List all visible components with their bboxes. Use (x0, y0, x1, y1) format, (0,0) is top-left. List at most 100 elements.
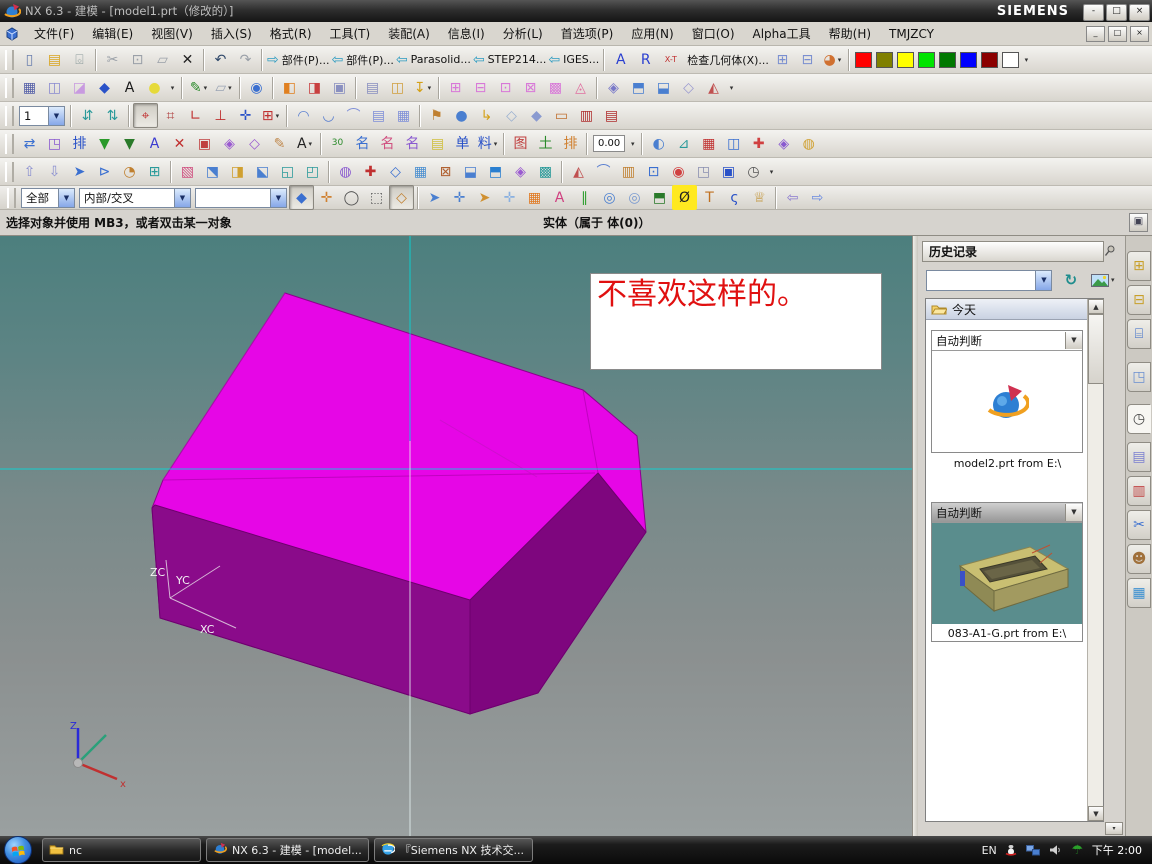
wcs-save[interactable]: ⊞ ▾ (258, 103, 283, 128)
v17[interactable]: ⊠ (433, 159, 458, 184)
offset-face[interactable]: ⊡ (493, 75, 518, 100)
datum-box-a[interactable]: ◫ (42, 75, 67, 100)
v18[interactable]: ⬓ (458, 159, 483, 184)
macro-tu[interactable]: 图 (508, 131, 533, 156)
title-close-button[interactable]: × (1129, 3, 1150, 21)
shaded-cube[interactable]: ◆ (92, 75, 117, 100)
export-window2[interactable]: ⊟ (795, 47, 820, 72)
swatch-blue[interactable] (959, 51, 977, 68)
language-indicator[interactable]: EN (982, 844, 997, 857)
task-nx[interactable]: NX 6.3 - 建模 - [model... (206, 838, 369, 862)
snap-end[interactable]: ➤ (422, 185, 447, 210)
title-restore-button[interactable]: □ (1106, 3, 1127, 21)
macro-pai2[interactable]: 排 (558, 131, 583, 156)
orient-view[interactable]: ◉ (244, 75, 269, 100)
cut[interactable]: ✂ (100, 47, 125, 72)
swatch-white[interactable] (1001, 51, 1019, 68)
rect-select[interactable]: ⬚ (364, 185, 389, 210)
section-surface[interactable]: ▤ (599, 103, 624, 128)
color-dd[interactable]: ▾ (1021, 56, 1032, 64)
macro-d3[interactable]: ▦ (696, 131, 721, 156)
v10[interactable]: ⬕ (250, 159, 275, 184)
four-point[interactable]: ◆ (524, 103, 549, 128)
annotation-r[interactable]: R (633, 47, 658, 72)
studio-surface[interactable]: ⚑ (424, 103, 449, 128)
refresh-icon[interactable]: ↻ (1060, 270, 1081, 290)
v14[interactable]: ✚ (358, 159, 383, 184)
find-1[interactable]: ◎ (597, 185, 622, 210)
snap-int[interactable]: ✛ (497, 185, 522, 210)
visualization[interactable]: ◕ ▾ (820, 47, 845, 72)
import-parasolid[interactable]: ⇦ Parasolid... (395, 47, 472, 72)
type-filter-arrow[interactable]: ▼ (58, 188, 74, 207)
v25[interactable]: ⊡ (641, 159, 666, 184)
swatch-darkgreen[interactable] (938, 51, 956, 68)
v23[interactable]: ⌒ (591, 159, 616, 184)
menu-item-alpha-tools[interactable]: Alpha工具 (744, 25, 820, 43)
macro-d5[interactable]: ✚ (746, 131, 771, 156)
undo[interactable]: ↶ (208, 47, 233, 72)
v24[interactable]: ▥ (616, 159, 641, 184)
v3[interactable]: ➤ (67, 159, 92, 184)
method-filter-arrow[interactable]: ▼ (174, 188, 190, 207)
macro-d6[interactable]: ◈ (771, 131, 796, 156)
macro-part[interactable]: ◳ (42, 131, 67, 156)
nav-forward[interactable]: ⇨ (805, 185, 830, 210)
method-filter[interactable]: 内部/交叉 ▼ (79, 187, 191, 208)
task-ie[interactable]: 『Siemens NX 技术交... (373, 838, 533, 862)
menu-item-window[interactable]: 窗口(O) (683, 25, 744, 43)
constraint-navigator-tab[interactable]: ⊟ (1127, 285, 1151, 315)
macro-cal30[interactable]: 30 (325, 131, 350, 156)
scroll-down-button[interactable]: ▼ (1088, 806, 1104, 821)
view-dd[interactable]: ▾ (766, 168, 777, 176)
draft[interactable]: ⬒ (626, 75, 651, 100)
hammer-tool[interactable]: T (697, 185, 722, 210)
bounded-plane[interactable]: ▦ (391, 103, 416, 128)
macro-name2[interactable]: 名 (375, 131, 400, 156)
chamfer[interactable]: ◬ (568, 75, 593, 100)
menu-item-application[interactable]: 应用(N) (622, 25, 682, 43)
history-item-2-header[interactable]: 自动判断 ▼ (932, 503, 1082, 523)
emboss[interactable]: ◭ (701, 75, 726, 100)
macro-a[interactable]: A ▾ (292, 131, 317, 156)
v22[interactable]: ◭ (566, 159, 591, 184)
v8[interactable]: ⬔ (200, 159, 225, 184)
macro-name3[interactable]: 名 (400, 131, 425, 156)
macro-liao[interactable]: 料 ▾ (475, 131, 500, 156)
v26[interactable]: ◉ (666, 159, 691, 184)
layer-combo[interactable]: 1 ▼ (19, 105, 65, 126)
v5[interactable]: ◔ (117, 159, 142, 184)
pin-icon[interactable] (1101, 242, 1119, 260)
datum-box-b[interactable]: ◪ (67, 75, 92, 100)
v13[interactable]: ◍ (333, 159, 358, 184)
history-item-1-thumbnail[interactable] (932, 351, 1082, 452)
preview-mode-arrow[interactable]: ▾ (1111, 276, 1115, 284)
v4[interactable]: ⊳ (92, 159, 117, 184)
through-curves[interactable]: ⌒ (341, 103, 366, 128)
export-window1[interactable]: ⊞ (770, 47, 795, 72)
v20[interactable]: ◈ (508, 159, 533, 184)
export-part[interactable]: ⇨ 部件(P)... (266, 47, 330, 72)
shell[interactable]: ▩ (543, 75, 568, 100)
paste[interactable]: ▱ (150, 47, 175, 72)
v16[interactable]: ▦ (408, 159, 433, 184)
history-item-1[interactable]: 自动判断 ▼ (931, 330, 1083, 453)
swatch-yellow[interactable] (896, 51, 914, 68)
history-search-combo[interactable]: ▼ (926, 269, 1053, 291)
mirror-feature[interactable]: ⊟ (468, 75, 493, 100)
type-filter[interactable]: 全部 ▼ (21, 187, 75, 208)
part-navigator-tab[interactable]: ⌸ (1127, 319, 1151, 349)
v12[interactable]: ◰ (300, 159, 325, 184)
view-layout[interactable]: ▦ (17, 75, 42, 100)
macro-d4[interactable]: ◫ (721, 131, 746, 156)
examine-geometry[interactable]: 检查几何体(X)... (683, 47, 770, 72)
sew[interactable]: ◇ (676, 75, 701, 100)
reuse-library-tab[interactable]: ◳ (1127, 362, 1151, 392)
volume-tray-icon[interactable] (1048, 843, 1063, 858)
v6[interactable]: ⊞ (142, 159, 167, 184)
macro-d2[interactable]: ⊿ (671, 131, 696, 156)
snap-anchor[interactable]: ✛ (314, 185, 339, 210)
delete[interactable]: ✕ (175, 47, 200, 72)
n-sided[interactable]: ◇ (499, 103, 524, 128)
hole[interactable]: ↧ ▾ (410, 75, 435, 100)
